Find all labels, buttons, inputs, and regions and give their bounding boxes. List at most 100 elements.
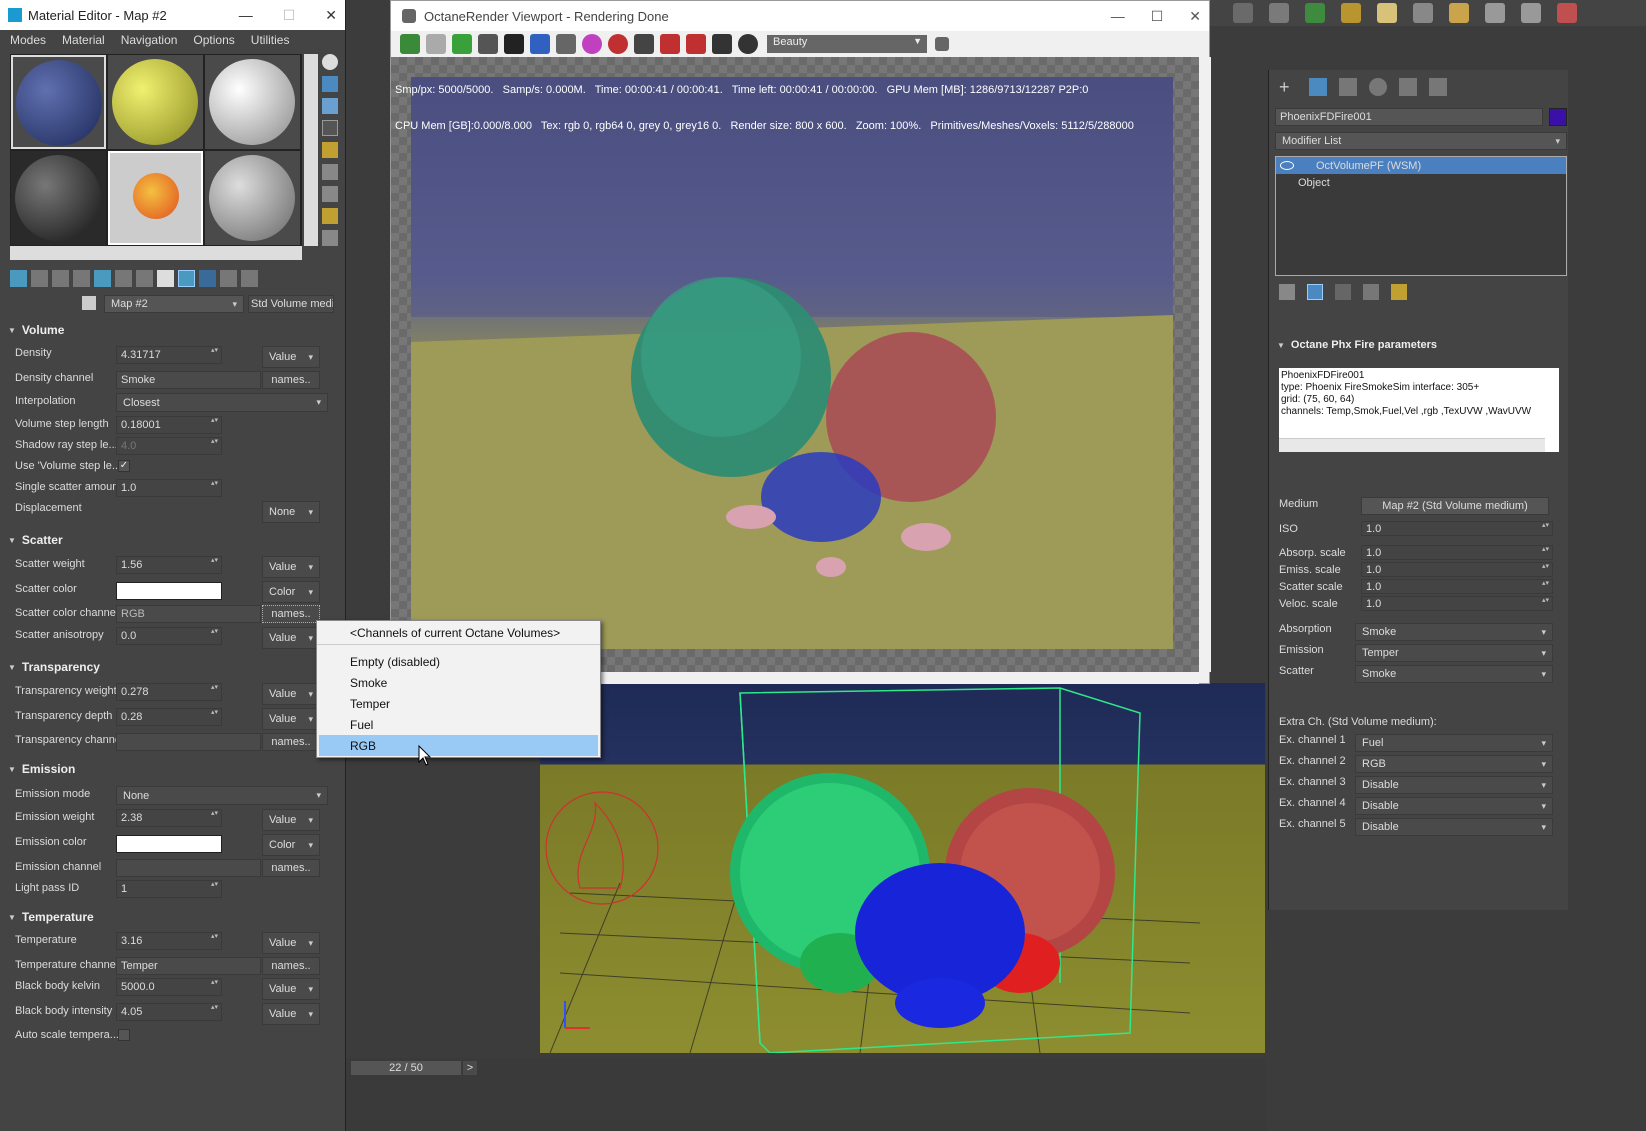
map-type-button[interactable]: Std Volume mediur <box>248 295 334 313</box>
emission-color-swatch[interactable] <box>116 835 222 853</box>
tool-icon[interactable] <box>1233 3 1253 23</box>
emission-color-mode[interactable]: Color <box>262 834 320 856</box>
density-mode-dropdown[interactable]: Value <box>262 346 320 368</box>
reset-icon[interactable] <box>73 270 90 287</box>
maximize-icon[interactable]: ☐ <box>283 7 296 24</box>
pin-stack-icon[interactable] <box>1279 284 1295 300</box>
target-icon[interactable] <box>608 34 628 54</box>
scatter-scale-spinner[interactable]: 1.0 <box>1361 579 1553 594</box>
temperature-names-button[interactable]: names.. <box>262 957 320 975</box>
scatter-names-button[interactable]: names.. <box>262 605 320 623</box>
sample-type-icon[interactable] <box>322 54 338 70</box>
hierarchy-tab-icon[interactable] <box>1339 78 1357 96</box>
settings-icon[interactable] <box>1413 3 1433 23</box>
sample-slot-4[interactable] <box>11 151 106 245</box>
scatter-channel-field[interactable]: RGB <box>116 605 261 623</box>
bb-intensity-spinner[interactable]: 4.05 <box>116 1003 222 1021</box>
light-pass-spinner[interactable]: 1 <box>116 880 222 898</box>
transparency-depth-spinner[interactable]: 0.28 <box>116 708 222 726</box>
time-slider[interactable]: 22 / 50 <box>350 1060 462 1076</box>
channel-option-empty[interactable]: Empty (disabled) <box>317 651 600 672</box>
transparency-weight-mode[interactable]: Value <box>262 683 320 705</box>
emission-weight-mode[interactable]: Value <box>262 809 320 831</box>
autoscale-checkbox[interactable] <box>118 1029 130 1041</box>
density-channel-field[interactable]: Smoke <box>116 371 261 389</box>
minimize-icon[interactable]: — <box>1111 8 1125 25</box>
absorp-scale-spinner[interactable]: 1.0 <box>1361 545 1553 560</box>
next-frame-button[interactable]: > <box>462 1060 478 1076</box>
modifier-item-octvolume[interactable]: OctVolumePF (WSM) <box>1276 157 1566 174</box>
transparency-names-button[interactable]: names.. <box>262 733 320 751</box>
bb-intensity-mode[interactable]: Value <box>262 1003 320 1025</box>
render-icon[interactable] <box>1557 3 1577 23</box>
rollout-octane-phx[interactable]: ▼ Octane Phx Fire parameters <box>1277 334 1557 356</box>
density-spinner[interactable]: 4.31717 <box>116 346 222 364</box>
background-icon[interactable] <box>322 98 338 114</box>
uv-tiling-icon[interactable] <box>322 120 338 136</box>
map-name-dropdown[interactable]: Map #2 <box>104 295 244 313</box>
ex-channel-2-dropdown[interactable]: RGB <box>1355 755 1553 773</box>
show-end-result-icon[interactable] <box>1307 284 1323 300</box>
density-names-button[interactable]: names.. <box>262 371 320 389</box>
emission-names-button[interactable]: names.. <box>262 859 320 877</box>
backlight-icon[interactable] <box>322 76 338 92</box>
ex-channel-5-dropdown[interactable]: Disable <box>1355 818 1553 836</box>
slider-icon[interactable] <box>1521 3 1541 23</box>
material-id-icon[interactable] <box>157 270 174 287</box>
show-in-viewport-icon[interactable] <box>178 270 195 287</box>
green-icon[interactable] <box>1305 3 1325 23</box>
scatter-color-swatch[interactable] <box>116 582 222 600</box>
interpolation-dropdown[interactable]: Closest <box>116 393 328 412</box>
step-length-spinner[interactable]: 0.18001 <box>116 416 222 434</box>
go-parent-icon[interactable] <box>220 270 237 287</box>
create-tab-icon[interactable]: + <box>1279 78 1297 96</box>
channel-option-temper[interactable]: Temper <box>317 693 600 714</box>
menu-options[interactable]: Options <box>193 33 234 47</box>
scatter-color-mode[interactable]: Color <box>262 581 320 603</box>
modifier-list-dropdown[interactable]: Modifier List <box>1275 132 1567 150</box>
sample-slot-2[interactable] <box>108 55 203 149</box>
section-temperature[interactable]: ▼ Temperature <box>8 906 338 928</box>
modifier-item-object[interactable]: Object <box>1276 174 1566 191</box>
section-emission[interactable]: ▼ Emission <box>8 758 338 780</box>
render-canvas[interactable]: Smp/px: 5000/5000. Samp/s: 0.000M. Time:… <box>391 57 1199 672</box>
list-icon[interactable] <box>1269 3 1289 23</box>
gear-icon[interactable] <box>738 34 758 54</box>
slots-vscrollbar[interactable] <box>304 54 318 246</box>
ex-channel-4-dropdown[interactable]: Disable <box>1355 797 1553 815</box>
transparency-weight-spinner[interactable]: 0.278 <box>116 683 222 701</box>
scatter-aniso-mode[interactable]: Value <box>262 627 320 649</box>
absorption-dropdown[interactable]: Smoke <box>1355 623 1553 641</box>
refresh-icon[interactable] <box>530 34 550 54</box>
use-step-checkbox[interactable]: ✓ <box>118 460 130 472</box>
iso-spinner[interactable]: 1.0 <box>1361 521 1553 536</box>
object-name-field[interactable]: PhoenixFDFire001 <box>1275 108 1543 126</box>
menu-modes[interactable]: Modes <box>10 33 46 47</box>
emiss-scale-spinner[interactable]: 1.0 <box>1361 562 1553 577</box>
display-tab-icon[interactable] <box>1399 78 1417 96</box>
scatter-weight-mode[interactable]: Value <box>262 556 320 578</box>
info-hscrollbar[interactable] <box>1279 438 1545 452</box>
maximize-icon[interactable]: ☐ <box>1151 8 1164 25</box>
car-icon[interactable] <box>686 34 706 54</box>
material-navigator-icon[interactable] <box>322 230 338 246</box>
sample-slot-6[interactable] <box>205 151 300 245</box>
object-color-swatch[interactable] <box>1549 108 1567 126</box>
kelvin-spinner[interactable]: 5000.0 <box>116 978 222 996</box>
ex-channel-1-dropdown[interactable]: Fuel <box>1355 734 1553 752</box>
emission-channel-field[interactable] <box>116 859 261 877</box>
configure-sets-icon[interactable] <box>1391 284 1407 300</box>
ex-channel-3-dropdown[interactable]: Disable <box>1355 776 1553 794</box>
restart-icon[interactable] <box>452 34 472 54</box>
show-end-result-icon[interactable] <box>199 270 216 287</box>
emission-weight-spinner[interactable]: 2.38 <box>116 809 222 827</box>
eyedropper-icon[interactable] <box>82 296 96 310</box>
go-sibling-icon[interactable] <box>241 270 258 287</box>
section-volume[interactable]: ▼ Volume <box>8 319 338 341</box>
lamp-icon[interactable] <box>1449 3 1469 23</box>
emission-mode-dropdown[interactable]: None <box>116 786 328 805</box>
transparency-depth-mode[interactable]: Value <box>262 708 320 730</box>
put-to-library-icon[interactable] <box>136 270 153 287</box>
temperature-mode[interactable]: Value <box>262 932 320 954</box>
clipboard-icon[interactable] <box>426 34 446 54</box>
